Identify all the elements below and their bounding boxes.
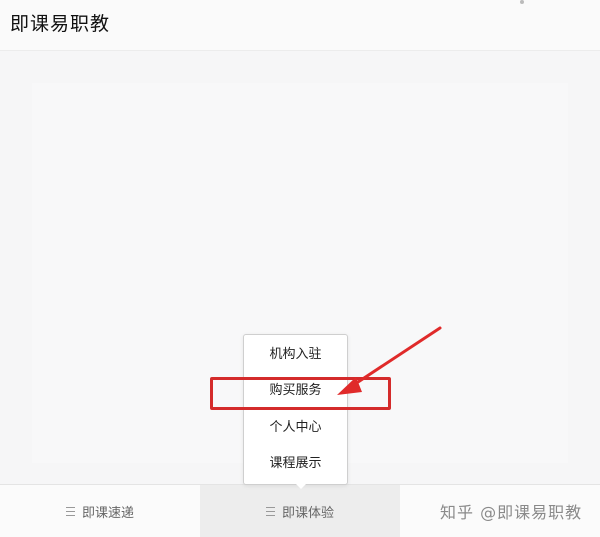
watermark: 知乎 @即课易职教: [440, 503, 583, 522]
arrow-shaft: [350, 326, 442, 388]
annotation-arrow-icon: [337, 326, 442, 395]
arrow-head: [337, 377, 362, 395]
